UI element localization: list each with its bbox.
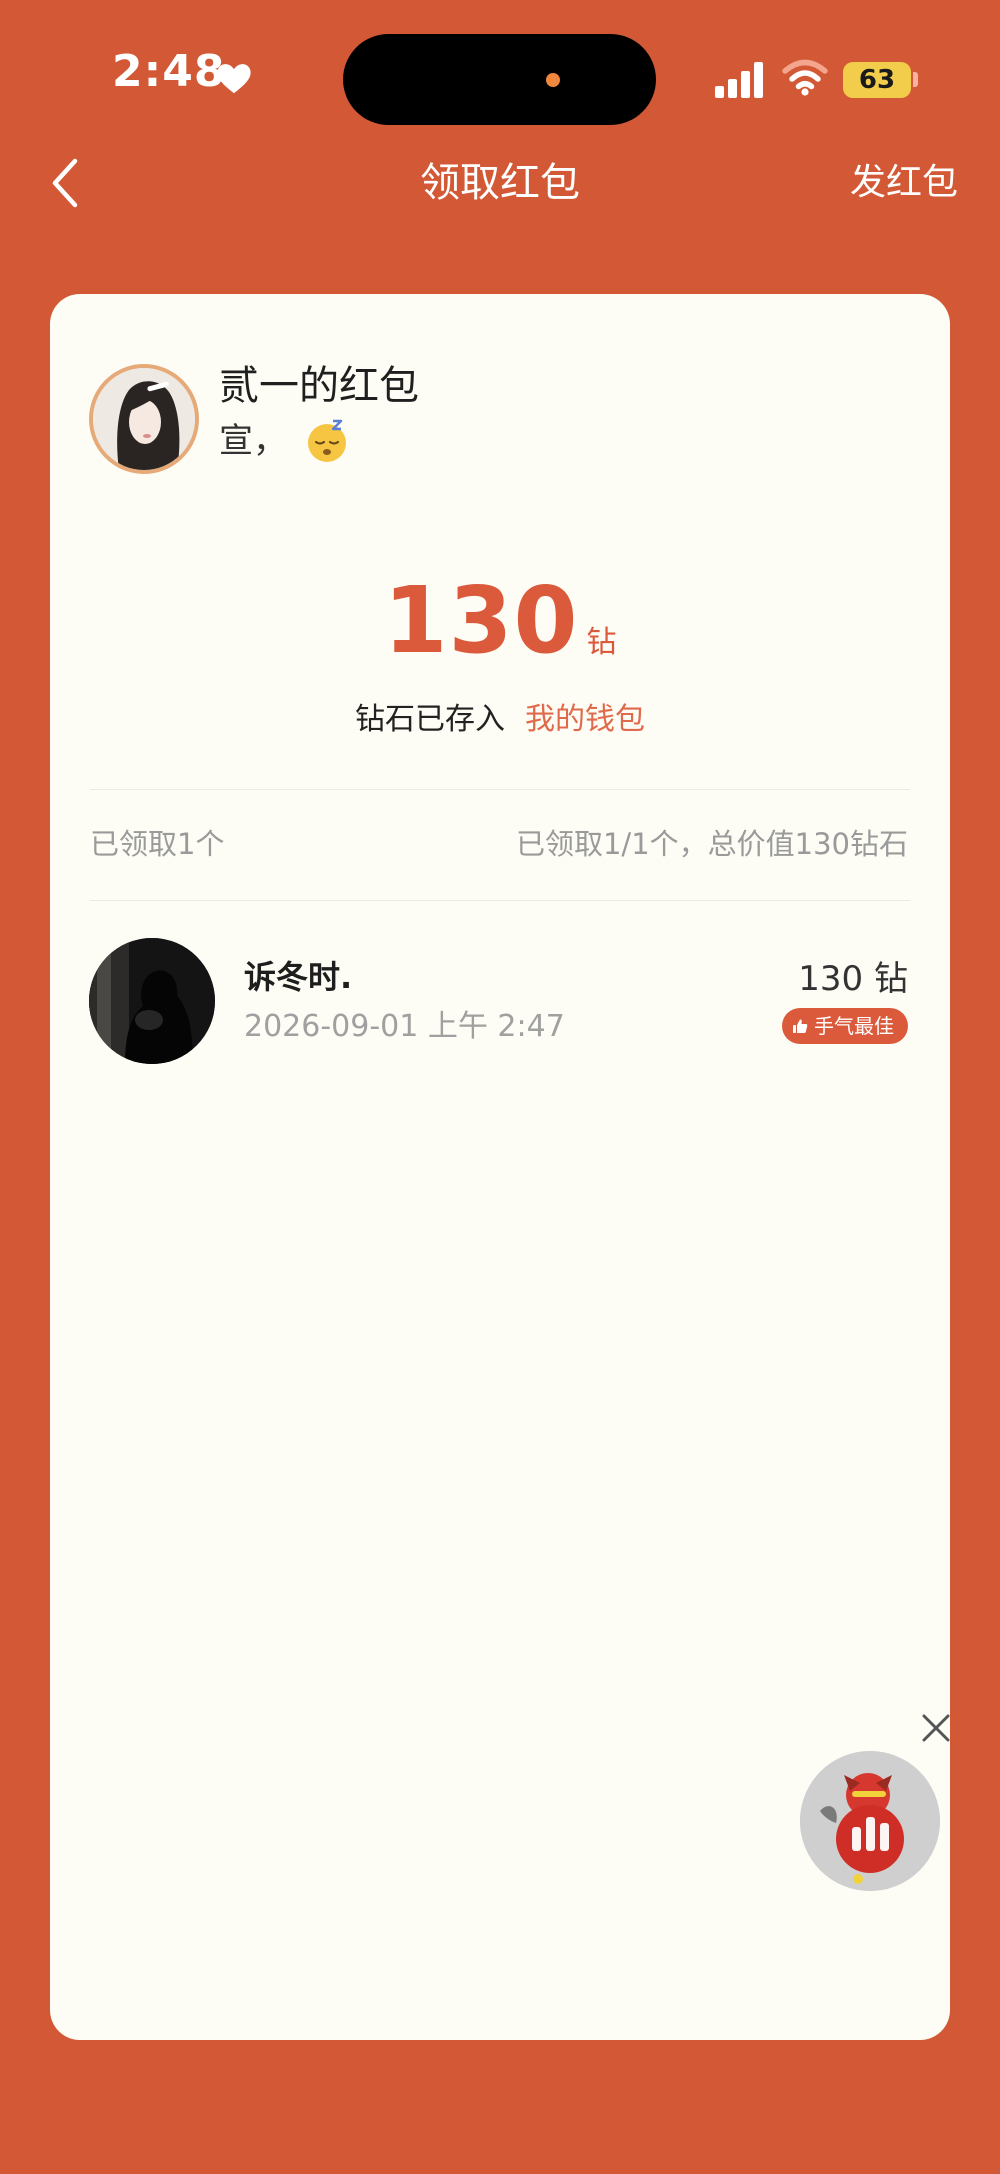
claim-time: 2026-09-01 上午 2:47 bbox=[244, 1009, 565, 1044]
dynamic-island bbox=[343, 34, 656, 125]
floating-music-player[interactable] bbox=[800, 1751, 940, 1891]
deposit-info: 钻石已存入 我的钱包 bbox=[250, 698, 750, 742]
sender-avatar-image bbox=[93, 368, 195, 470]
wifi-icon bbox=[782, 59, 828, 96]
sender-avatar[interactable] bbox=[89, 364, 199, 474]
back-icon[interactable] bbox=[45, 155, 85, 211]
amount-value: 130 bbox=[383, 567, 579, 674]
claimer-avatar-image bbox=[89, 938, 215, 1064]
page-title: 领取红包 bbox=[420, 160, 580, 206]
deposit-text: 钻石已存入 bbox=[355, 702, 505, 737]
thumbs-up-icon bbox=[793, 1019, 808, 1033]
best-luck-label: 手气最佳 bbox=[814, 1014, 894, 1038]
packet-message: 宣， bbox=[219, 415, 349, 467]
divider bbox=[90, 900, 910, 901]
amount-unit: 钻 bbox=[586, 625, 617, 660]
packet-title: 贰一的红包 bbox=[219, 363, 419, 409]
camera-indicator bbox=[546, 73, 560, 87]
close-icon[interactable] bbox=[920, 1712, 952, 1744]
heart-icon bbox=[217, 64, 251, 94]
battery-cap bbox=[913, 72, 918, 87]
send-red-packet-button[interactable]: 发红包 bbox=[850, 158, 958, 208]
best-luck-badge: 手气最佳 bbox=[782, 1008, 908, 1044]
packet-amount: 130 钻 bbox=[300, 575, 700, 667]
claim-amount: 130 钻 bbox=[798, 959, 908, 999]
claimer-name: 诉冬时. bbox=[244, 958, 353, 996]
claimed-count: 已领取1个 bbox=[90, 827, 225, 861]
sleeping-face-emoji-icon bbox=[308, 419, 346, 462]
packet-message-text: 宣， bbox=[219, 421, 287, 461]
battery-icon: 63 bbox=[843, 62, 911, 98]
claimer-avatar[interactable] bbox=[89, 938, 215, 1064]
wallet-link[interactable]: 我的钱包 bbox=[525, 702, 645, 737]
status-time: 2:48 bbox=[112, 46, 226, 97]
signal-icon bbox=[715, 62, 763, 98]
divider bbox=[90, 789, 910, 790]
music-cover-image bbox=[800, 1751, 940, 1891]
claimed-summary: 已领取1/1个，总价值130钻石 bbox=[515, 827, 908, 861]
